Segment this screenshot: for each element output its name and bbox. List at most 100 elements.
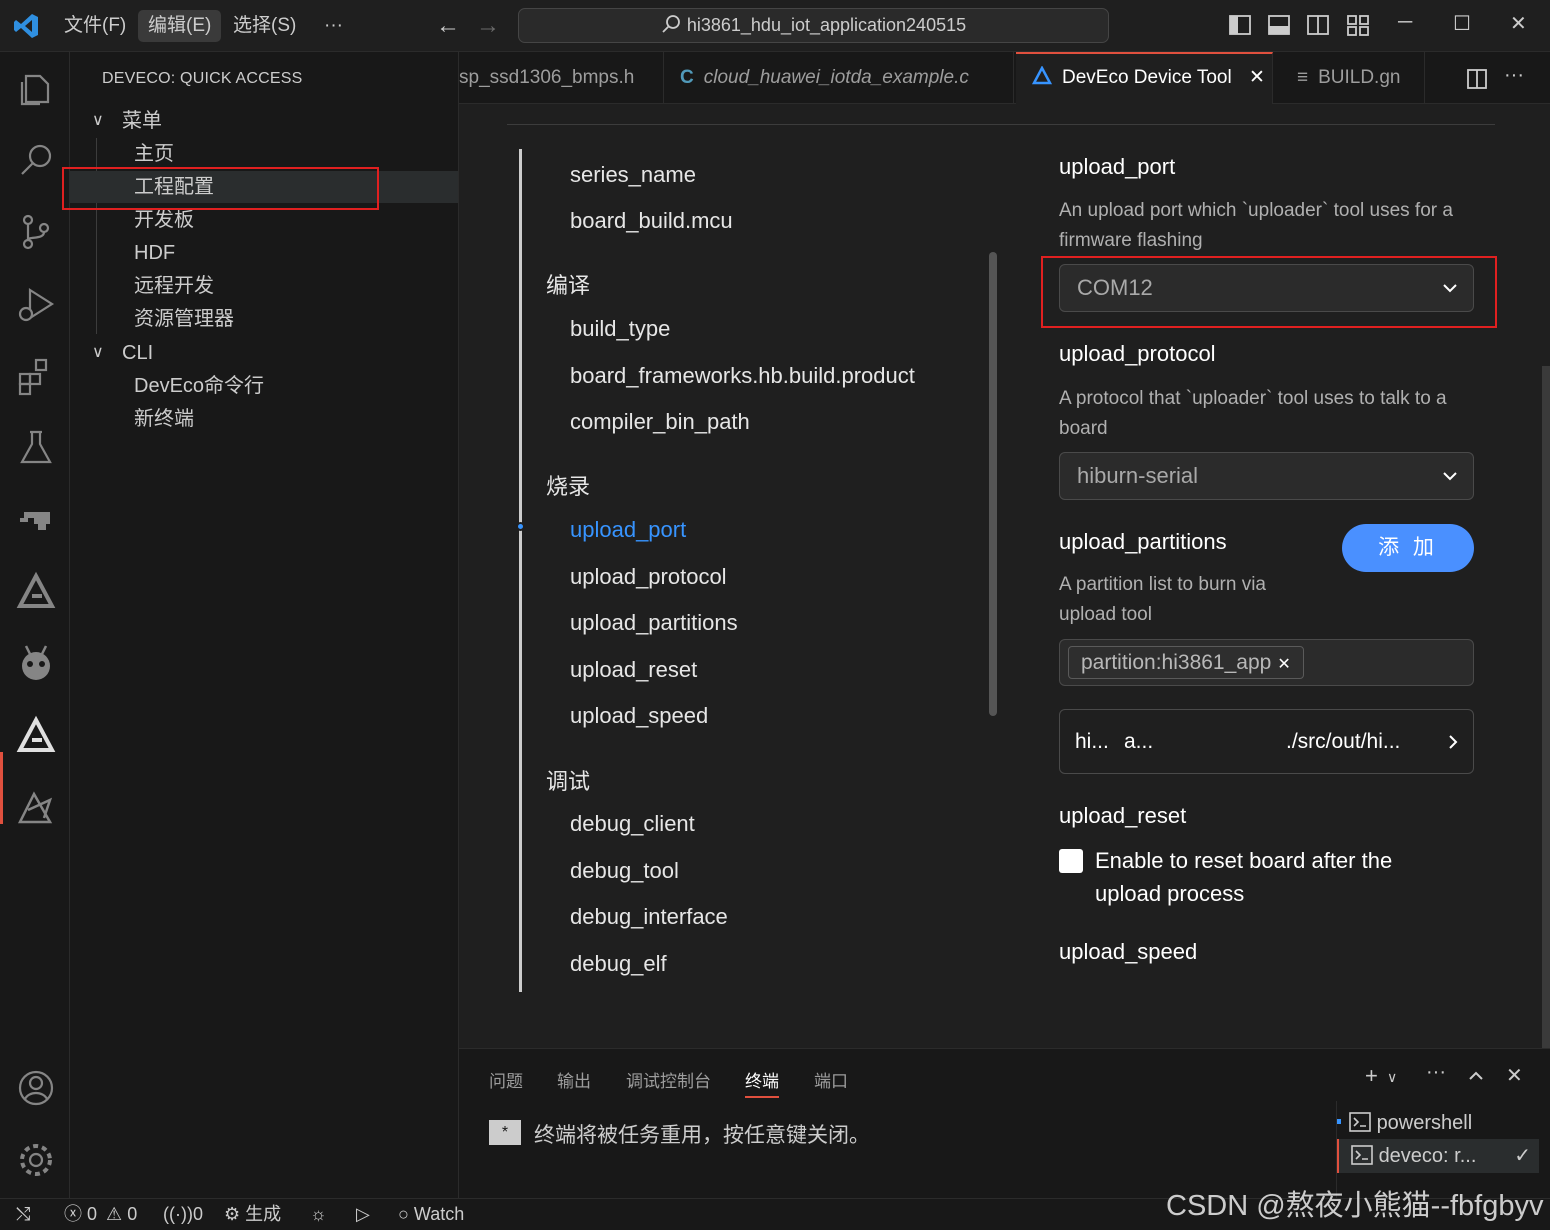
back-arrow-icon[interactable]: ← [436,12,460,40]
upload-reset-checkbox[interactable] [1059,849,1083,873]
panel-more-icon[interactable]: ··· [1426,1061,1446,1084]
run-play-icon[interactable]: ▷ [356,1199,370,1229]
tree-item-new-terminal[interactable]: 新终端 [70,403,458,435]
nav-upload-reset[interactable]: upload_reset [570,657,697,683]
platformio-icon[interactable] [14,642,58,686]
deveco-tool-icon[interactable] [14,570,58,614]
error-icon: ⓧ [64,1204,82,1224]
search-view-icon[interactable] [14,138,58,182]
forward-arrow-icon[interactable]: → [476,12,500,40]
nav-upload-speed[interactable]: upload_speed [570,703,708,729]
terminal-name: deveco: r... [1378,1145,1477,1167]
tab-ssd1306-bmps[interactable]: sp_ssd1306_bmps.h [459,52,664,104]
menu-file[interactable]: 文件(F) [54,10,136,42]
tab-cloud-example[interactable]: Ccloud_huawei_iotda_example.c [664,52,1014,104]
nav-group-compile[interactable]: 编译 [546,268,590,300]
testing-flask-icon[interactable] [14,426,58,470]
nav-upload-port[interactable]: upload_port [570,517,686,543]
panel-tab-ports[interactable]: 端口 [814,1067,848,1092]
nav-group-debug[interactable]: 调试 [546,764,590,796]
toggle-primary-sidebar-icon[interactable] [1228,13,1252,37]
maximize-panel-chevron-up-icon[interactable] [1467,1067,1485,1085]
maximize-button[interactable]: ☐ [1453,11,1471,36]
field-desc-upload-partitions: A partition list to burn via upload tool [1059,574,1266,625]
panel-tab-problems[interactable]: 问题 [489,1067,523,1092]
accounts-icon[interactable] [14,1066,58,1110]
c-file-icon: C [680,67,694,88]
field-desc-upload-port: An upload port which `uploader` tool use… [1059,200,1453,251]
tree-group-cli[interactable]: ∨ CLI [70,337,458,369]
sidebar-title: DEVECO: QUICK ACCESS [102,70,303,87]
debug-bug-icon[interactable]: ☼ [310,1199,327,1229]
nav-debug-tool[interactable]: debug_tool [570,858,679,884]
nav-build-type[interactable]: build_type [570,316,670,342]
tree-item-label: 远程开发 [134,275,214,297]
terminal-powershell[interactable]: powershell [1349,1107,1472,1139]
remove-tag-icon[interactable]: ✕ [1277,656,1290,673]
partition-tag-input[interactable]: partition:hi3861_app ✕ [1059,639,1474,686]
panel-tab-debug-console[interactable]: 调试控制台 [626,1067,711,1092]
tab-deveco-device-tool[interactable]: DevEco Device Tool ✕ [1016,52,1273,104]
menu-selection[interactable]: 选择(S) [223,10,306,42]
nav-upload-partitions[interactable]: upload_partitions [570,610,738,636]
ports-status[interactable]: ((·))0 [163,1199,203,1229]
chevron-down-icon: ∨ [92,112,104,129]
remote-indicator-icon[interactable]: ⤭ [16,1199,30,1229]
watch-label: Watch [413,1204,465,1224]
watch-status[interactable]: ○ Watch [398,1199,464,1229]
menu-edit[interactable]: 编辑(E) [138,10,222,42]
terminal-deveco[interactable]: deveco: r... ✓ [1337,1139,1539,1173]
command-center-search[interactable]: hi3861_hdu_iot_application240515 [518,8,1109,43]
gn-file-icon: ≡ [1297,67,1309,88]
close-tab-icon[interactable]: ✕ [1249,67,1265,88]
nav-series-name[interactable]: series_name [570,162,696,188]
add-partition-button[interactable]: 添 加 [1342,524,1474,572]
remote-explorer-icon[interactable] [14,498,58,542]
nav-compiler-bin-path[interactable]: compiler_bin_path [570,409,750,435]
nav-board-frameworks[interactable]: board_frameworks.hb.build.product [570,363,915,389]
tree-item-deveco-cli[interactable]: DevEco命令行 [70,370,458,402]
field-title-upload-speed: upload_speed [1059,939,1198,964]
toggle-secondary-sidebar-icon[interactable] [1306,13,1330,37]
deveco-alt-icon[interactable] [14,786,58,830]
tree-item-hdf[interactable]: HDF [70,237,458,269]
nav-group-burn[interactable]: 烧录 [546,469,590,501]
nav-debug-elf[interactable]: debug_elf [570,951,667,977]
nav-board-build-mcu[interactable]: board_build.mcu [570,208,733,234]
source-control-icon[interactable] [14,210,58,254]
menu-more[interactable]: ··· [314,10,353,42]
partition-detail-card[interactable]: hi... a... ./src/out/hi... [1059,709,1474,774]
title-bar: 文件(F) 编辑(E) 选择(S) ··· ← → hi3861_hdu_iot… [0,0,1550,52]
nav-debug-client[interactable]: debug_client [570,811,695,837]
panel-tab-terminal[interactable]: 终端 [745,1067,779,1098]
customize-layout-icon[interactable] [1346,13,1370,37]
close-window-button[interactable]: ✕ [1510,11,1527,36]
upload-protocol-select[interactable]: hiburn-serial [1059,452,1474,500]
settings-gear-icon[interactable] [14,1138,58,1182]
panel-tab-output[interactable]: 输出 [557,1067,591,1092]
problems-status[interactable]: ⓧ 0 ⚠ 0 [64,1199,137,1229]
more-actions-icon[interactable]: ··· [1504,64,1524,87]
tree-item-home[interactable]: 主页 [70,138,458,170]
extensions-icon[interactable] [14,354,58,398]
explorer-icon[interactable] [14,66,58,110]
tree-item-resource-manager[interactable]: 资源管理器 [70,303,458,335]
build-status[interactable]: ⚙ 生成 [224,1199,281,1229]
tab-build-gn[interactable]: ≡ BUILD.gn [1275,52,1425,104]
toggle-panel-icon[interactable] [1267,13,1291,37]
nav-upload-protocol[interactable]: upload_protocol [570,564,727,590]
deveco-device-tool-active-icon[interactable] [14,714,58,758]
editor-scrollbar[interactable] [1542,366,1550,1048]
tree-item-remote-dev[interactable]: 远程开发 [70,270,458,302]
tree-group-menu[interactable]: ∨ 菜单 [70,105,458,137]
partition-tag-label: partition:hi3861_app [1081,651,1272,674]
split-editor-icon[interactable] [1466,68,1488,90]
terminal-dropdown-chevron-icon[interactable]: ∨ [1387,1069,1397,1086]
new-terminal-plus-icon[interactable]: + [1365,1063,1378,1089]
tab-label: DevEco Device Tool [1062,67,1232,88]
close-panel-icon[interactable]: ✕ [1506,1063,1523,1088]
nav-scrollbar[interactable] [989,252,997,716]
nav-debug-interface[interactable]: debug_interface [570,904,728,930]
minimize-button[interactable]: ─ [1398,11,1412,34]
run-debug-icon[interactable] [14,282,58,326]
